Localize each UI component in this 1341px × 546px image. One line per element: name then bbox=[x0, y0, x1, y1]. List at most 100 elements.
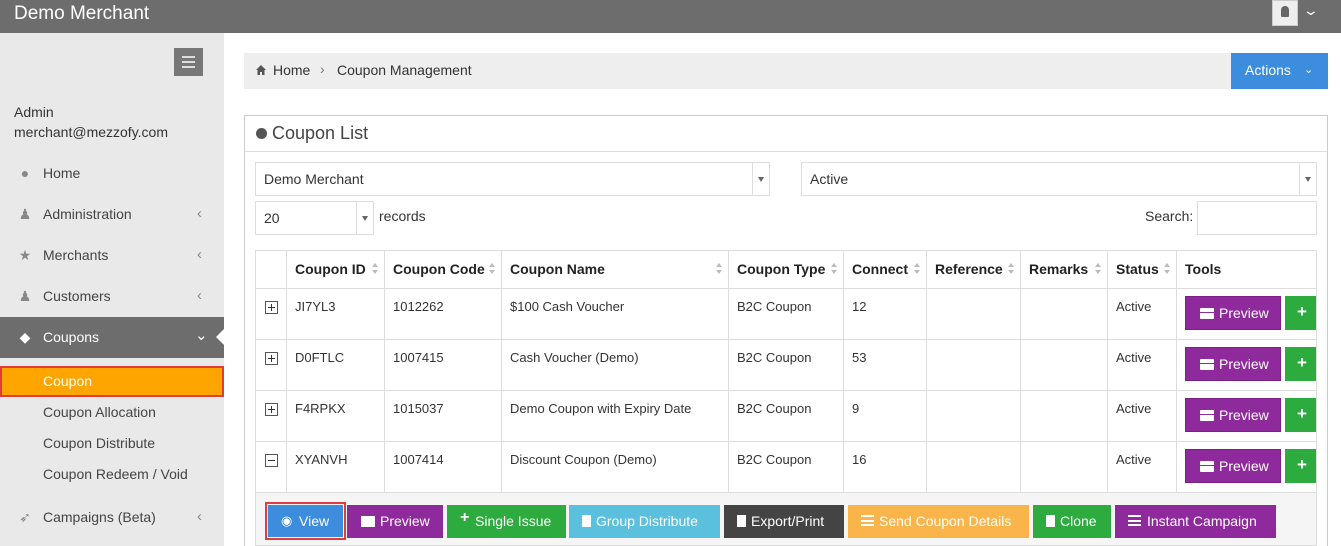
sort-icon bbox=[372, 263, 378, 275]
instant-campaign-button[interactable]: Instant Campaign bbox=[1115, 505, 1276, 538]
sort-icon bbox=[914, 263, 920, 275]
breadcrumb-home-link[interactable]: Home bbox=[273, 62, 310, 78]
breadcrumb: Home › Coupon Management bbox=[244, 53, 1328, 89]
sidebar-subitem-coupon-allocation[interactable]: Coupon Allocation bbox=[0, 397, 224, 428]
briefcase-icon bbox=[361, 516, 375, 527]
column-header-coupon-name[interactable]: Coupon Name bbox=[502, 251, 729, 288]
column-header-status[interactable]: Status bbox=[1108, 251, 1177, 288]
menu-toggle-button[interactable] bbox=[174, 48, 203, 76]
merchant-select-value: Demo Merchant bbox=[264, 171, 364, 187]
sidebar-subitem-coupon-distribute[interactable]: Coupon Distribute bbox=[0, 428, 224, 459]
rocket-icon: ➶ bbox=[19, 509, 31, 525]
chevron-down-icon[interactable]: ⌄ bbox=[1303, 2, 1319, 19]
page-size-select[interactable]: 20 bbox=[255, 201, 374, 235]
sort-icon bbox=[1008, 263, 1014, 275]
records-label: records bbox=[379, 208, 426, 224]
sidebar-item-coupons[interactable]: ◆ Coupons ⌄ bbox=[0, 317, 224, 358]
user-role: Admin bbox=[14, 104, 54, 120]
clone-button[interactable]: Clone bbox=[1033, 505, 1111, 538]
collapse-row-icon[interactable] bbox=[265, 454, 278, 467]
search-input[interactable] bbox=[1197, 201, 1317, 235]
column-header-coupon-code[interactable]: Coupon Code bbox=[385, 251, 502, 288]
sidebar-item-merchants[interactable]: ★ Merchants ‹ bbox=[0, 235, 224, 276]
column-header-remarks[interactable]: Remarks bbox=[1021, 251, 1108, 288]
sidebar-item-home[interactable]: ● Home bbox=[0, 153, 224, 194]
sidebar-item-label: Campaigns (Beta) bbox=[43, 509, 156, 525]
coupon-name: Demo Coupon with Expiry Date bbox=[510, 401, 692, 416]
coupon-connect: 16 bbox=[852, 452, 867, 467]
sidebar-subitem-label: Coupon bbox=[43, 373, 93, 389]
expand-row-icon[interactable] bbox=[265, 352, 278, 365]
dropdown-arrow-icon bbox=[752, 163, 769, 195]
sidebar-item-label: Merchants bbox=[43, 247, 109, 263]
chevron-left-icon: ‹ bbox=[197, 246, 202, 263]
single-issue-button[interactable]: + bbox=[1285, 449, 1316, 483]
briefcase-icon bbox=[1200, 308, 1214, 319]
briefcase-icon bbox=[1200, 410, 1214, 421]
coupon-name: $100 Cash Voucher bbox=[510, 299, 625, 314]
user-avatar[interactable] bbox=[1272, 0, 1298, 26]
column-header-coupon-id[interactable]: Coupon ID bbox=[287, 251, 385, 288]
single-issue-button[interactable]: + Single Issue bbox=[447, 505, 566, 538]
single-issue-button[interactable]: + bbox=[1285, 296, 1316, 330]
expand-row-icon[interactable] bbox=[265, 301, 278, 314]
chevron-left-icon: ‹ bbox=[197, 287, 202, 304]
view-button[interactable]: ◉ View bbox=[268, 505, 343, 537]
single-issue-button[interactable]: + bbox=[1285, 347, 1316, 381]
star-icon: ★ bbox=[18, 247, 32, 263]
plus-icon: + bbox=[1297, 404, 1307, 423]
single-issue-button[interactable]: + bbox=[1285, 398, 1316, 432]
sidebar-subitem-label: Coupon Distribute bbox=[43, 435, 156, 451]
sidebar-item-administration[interactable]: ♟ Administration ‹ bbox=[0, 194, 224, 235]
preview-button[interactable]: Preview bbox=[1185, 296, 1281, 330]
list-icon bbox=[861, 515, 874, 526]
column-header-coupon-type[interactable]: Coupon Type bbox=[729, 251, 844, 288]
home-icon bbox=[256, 65, 266, 75]
user-email: merchant@mezzofy.com bbox=[14, 124, 168, 140]
coupon-code: 1007415 bbox=[393, 350, 444, 365]
coupon-id: JI7YL3 bbox=[295, 299, 336, 314]
export-print-button[interactable]: Export/Print bbox=[724, 505, 844, 538]
sidebar-item-customers[interactable]: ♟ Customers ‹ bbox=[0, 276, 224, 317]
file-icon bbox=[737, 515, 746, 527]
actions-label: Actions bbox=[1245, 62, 1291, 78]
coupon-status: Active bbox=[1116, 452, 1152, 467]
breadcrumb-current: Coupon Management bbox=[337, 62, 472, 78]
coupon-code: 1015037 bbox=[393, 401, 444, 416]
sidebar-item-label: Coupons bbox=[43, 329, 100, 345]
sort-icon bbox=[716, 263, 722, 275]
plus-icon: + bbox=[1297, 302, 1307, 321]
top-navbar: Demo Merchant ⌄ bbox=[0, 0, 1341, 33]
column-header-connect[interactable]: Connect bbox=[844, 251, 927, 288]
group-distribute-button[interactable]: Group Distribute bbox=[569, 505, 720, 538]
preview-button[interactable]: Preview bbox=[1185, 449, 1281, 483]
panel-title: Coupon List bbox=[272, 123, 369, 143]
plus-icon: + bbox=[1297, 353, 1307, 372]
coupon-name: Discount Coupon (Demo) bbox=[510, 452, 657, 467]
page-size-value: 20 bbox=[264, 210, 280, 226]
detail-preview-button[interactable]: Preview bbox=[347, 505, 443, 538]
sidebar-subitem-coupon-redeem[interactable]: Coupon Redeem / Void bbox=[0, 459, 224, 490]
coupon-type: B2C Coupon bbox=[737, 299, 812, 314]
file-icon bbox=[1046, 515, 1055, 527]
status-select[interactable]: Active bbox=[801, 162, 1317, 196]
column-header-reference[interactable]: Reference bbox=[927, 251, 1021, 288]
sidebar-subitem-coupon[interactable]: Coupon bbox=[0, 366, 224, 397]
panel-header: Coupon List bbox=[245, 116, 1327, 152]
coupon-type: B2C Coupon bbox=[737, 452, 812, 467]
coupon-code: 1007414 bbox=[393, 452, 444, 467]
preview-button[interactable]: Preview bbox=[1185, 347, 1281, 381]
sort-icon bbox=[1095, 263, 1101, 275]
merchant-select[interactable]: Demo Merchant bbox=[255, 162, 770, 196]
sidebar-item-campaigns[interactable]: ➶ Campaigns (Beta) ‹ bbox=[0, 497, 224, 538]
coupon-type: B2C Coupon bbox=[737, 350, 812, 365]
send-coupon-details-button[interactable]: Send Coupon Details bbox=[848, 505, 1029, 538]
actions-dropdown-button[interactable]: Actions ⌄ bbox=[1231, 53, 1328, 89]
preview-button[interactable]: Preview bbox=[1185, 398, 1281, 432]
expand-row-icon[interactable] bbox=[265, 403, 278, 416]
sidebar: Admin merchant@mezzofy.com ● Home ♟ Admi… bbox=[0, 33, 224, 546]
sidebar-item-label: Customers bbox=[43, 288, 111, 304]
sort-icon bbox=[489, 263, 495, 275]
coupon-connect: 12 bbox=[852, 299, 867, 314]
globe-icon: ● bbox=[20, 165, 30, 181]
